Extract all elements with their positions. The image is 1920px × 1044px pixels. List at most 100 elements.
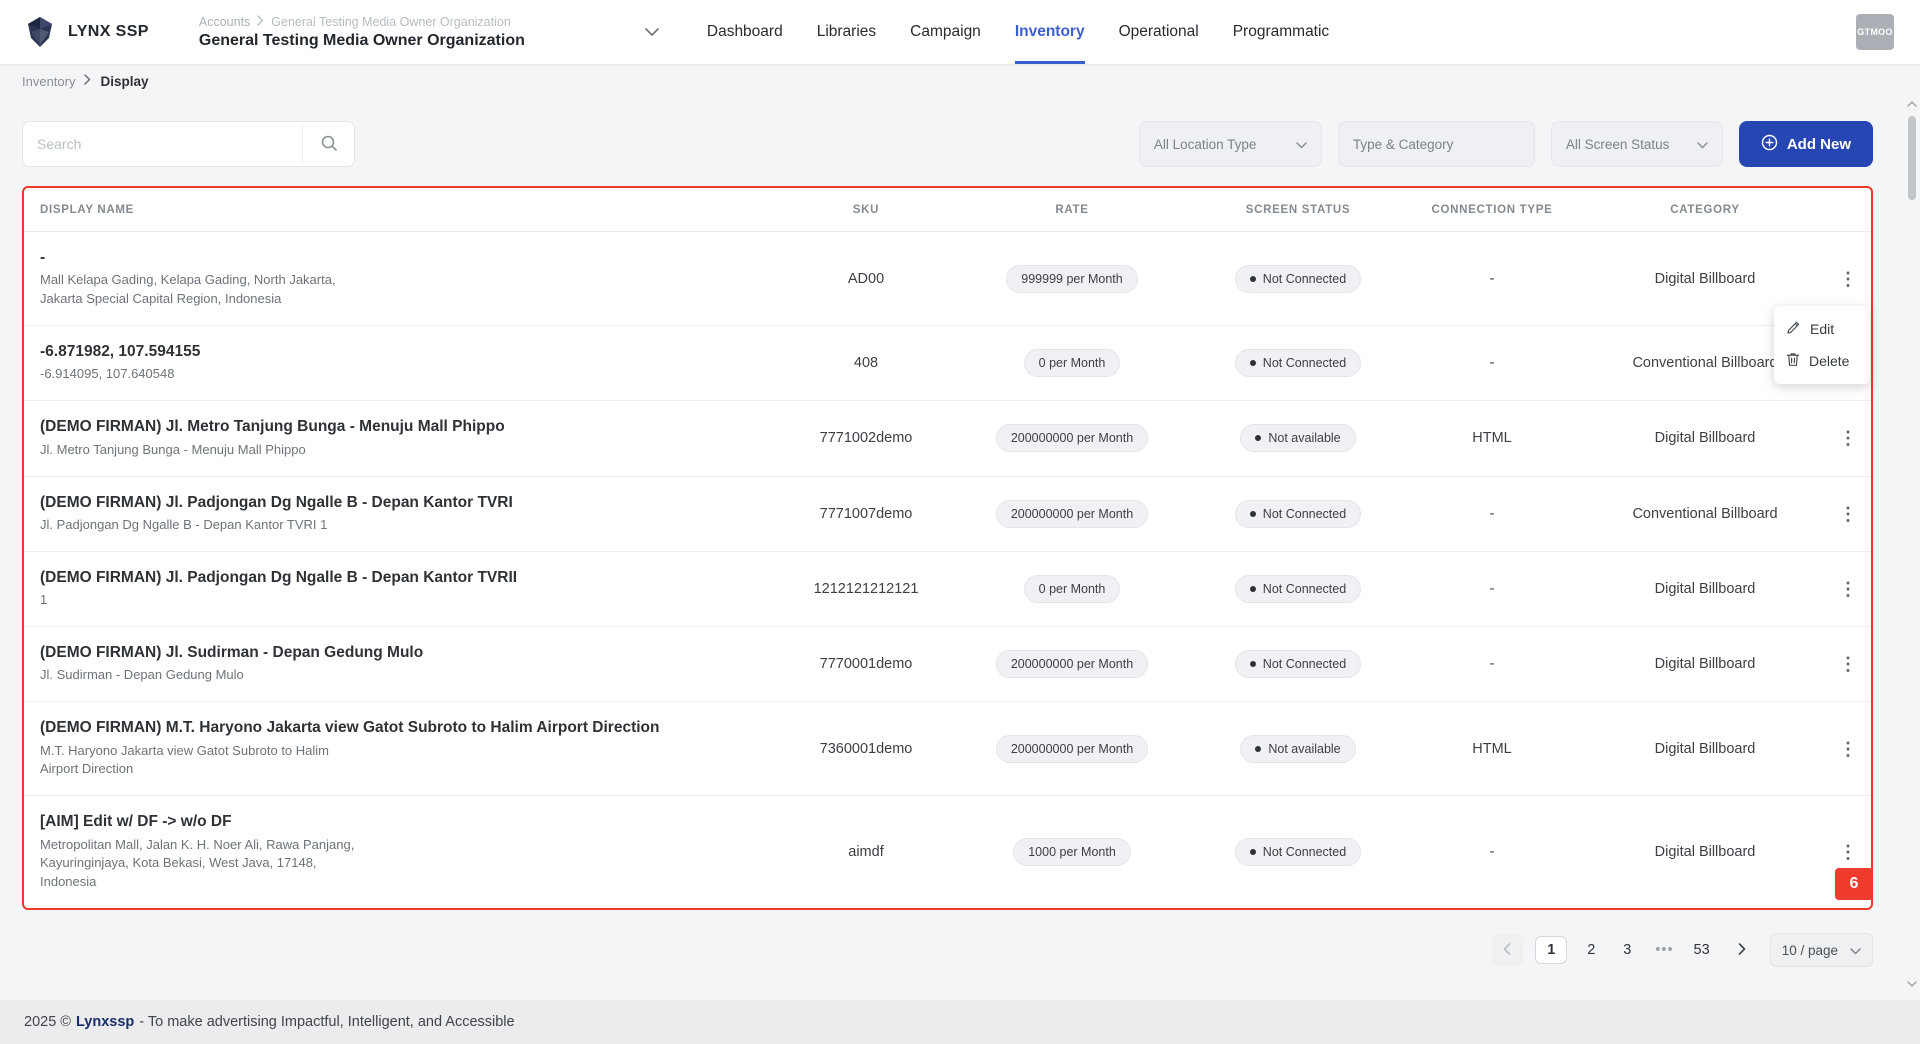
screen-status-cell: Not Connected (1197, 264, 1399, 293)
rate-cell: 200000000 per Month (947, 424, 1197, 453)
account-breadcrumb: Accounts General Testing Media Owner Org… (199, 15, 619, 29)
column-header-screen-status: SCREEN STATUS (1197, 204, 1399, 216)
page-button-2[interactable]: 2 (1579, 936, 1603, 964)
search-input[interactable] (23, 122, 302, 166)
column-header-rate: RATE (947, 204, 1197, 216)
table-row[interactable]: (DEMO FIRMAN) Jl. Padjongan Dg Ngalle B … (24, 477, 1871, 552)
table-row[interactable]: (DEMO FIRMAN) Jl. Padjongan Dg Ngalle B … (24, 552, 1871, 627)
nav-item-inventory[interactable]: Inventory (1014, 0, 1085, 64)
sku-cell: 7771007demo (819, 505, 913, 522)
chevron-down-icon (1697, 137, 1708, 152)
page-size-select[interactable]: 10 / page (1769, 933, 1873, 967)
page-button-53[interactable]: 53 (1690, 936, 1714, 964)
status-label: Not Connected (1262, 356, 1347, 371)
row-kebab-icon[interactable]: ⋮ (1829, 839, 1867, 865)
logo-text: LYNX SSP (68, 23, 149, 40)
connection-type-cell: - (1489, 844, 1495, 861)
prev-page-button[interactable] (1491, 934, 1524, 966)
filter-all-location-type[interactable]: All Location Type (1138, 121, 1322, 167)
page-ellipsis: ••• (1655, 942, 1674, 958)
display-subtitle: Jl. Metro Tanjung Bunga - Menuju Mall Ph… (40, 441, 306, 457)
account-root[interactable]: Accounts (199, 15, 250, 29)
nav-item-programmatic[interactable]: Programmatic (1233, 0, 1329, 64)
logo[interactable]: LYNX SSP (0, 14, 163, 50)
connection-type-cell: - (1489, 505, 1495, 522)
actions-cell: ⋮ (1825, 651, 1871, 677)
nav-item-dashboard[interactable]: Dashboard (707, 0, 783, 64)
add-new-button[interactable]: Add New (1738, 121, 1873, 167)
row-kebab-icon[interactable]: ⋮ (1829, 266, 1867, 292)
row-kebab-icon[interactable]: ⋮ (1829, 651, 1867, 677)
table-row[interactable]: (DEMO FIRMAN) Jl. Metro Tanjung Bunga - … (24, 401, 1871, 477)
scrollbar-thumb[interactable] (1908, 116, 1916, 200)
category-cell: Digital Billboard (1654, 844, 1756, 861)
account-chevron-down-icon[interactable] (645, 27, 659, 37)
status-dot-icon (1249, 510, 1256, 517)
row-kebab-icon[interactable]: ⋮ (1829, 501, 1867, 527)
status-dot-icon (1249, 360, 1256, 367)
status-label: Not Connected (1262, 657, 1347, 672)
display-subtitle: Metropolitan Mall, Jalan K. H. Noer Ali,… (40, 836, 355, 890)
chevron-right-icon (1738, 942, 1746, 958)
nav-item-campaign[interactable]: Campaign (910, 0, 981, 64)
search-button[interactable] (302, 122, 354, 166)
avatar[interactable]: GTMOO (1856, 14, 1894, 50)
status-dot-icon (1255, 435, 1262, 442)
actions-cell: ⋮ (1825, 266, 1871, 292)
sku-cell: AD00 (847, 270, 885, 287)
screen-status-badge: Not Connected (1234, 650, 1362, 679)
scroll-up-icon[interactable] (1905, 98, 1919, 110)
screen-status-badge: Not Connected (1234, 838, 1362, 867)
nav-item-operational[interactable]: Operational (1119, 0, 1199, 64)
rate-cell: 200000000 per Month (947, 650, 1197, 679)
filter-type-category[interactable]: Type & Category (1337, 121, 1535, 167)
page-size-value: 10 / page (1781, 942, 1838, 958)
status-label: Not Connected (1262, 506, 1347, 521)
status-dot-icon (1249, 585, 1256, 592)
display-subtitle: Jl. Padjongan Dg Ngalle B - Depan Kantor… (40, 516, 328, 532)
connection-type-cell: - (1489, 580, 1495, 597)
column-header-display-name: DISPLAY NAME (40, 203, 135, 216)
vertical-scrollbar (1905, 98, 1919, 990)
row-kebab-icon[interactable]: ⋮ (1829, 576, 1867, 602)
status-label: Not available (1268, 431, 1341, 446)
screen-status-cell: Not Connected (1197, 650, 1399, 679)
table-row[interactable]: (DEMO FIRMAN) Jl. Sudirman - Depan Gedun… (24, 627, 1871, 703)
account-org: General Testing Media Owner Organization (271, 14, 511, 29)
connection-type-cell: - (1489, 355, 1495, 372)
footer-year: 2025 © (24, 1014, 71, 1030)
table-row[interactable]: -6.871982, 107.594155 -6.914095, 107.640… (24, 326, 1871, 402)
page-button-1[interactable]: 1 (1535, 936, 1568, 964)
org-name: General Testing Media Owner Organization (198, 31, 525, 49)
context-menu-edit[interactable]: Edit (1774, 313, 1870, 345)
table-row[interactable]: (DEMO FIRMAN) M.T. Haryono Jakarta view … (24, 702, 1871, 797)
category-cell: Digital Billboard (1654, 740, 1756, 757)
actions-cell: ⋮ (1825, 501, 1871, 527)
context-menu-delete[interactable]: Delete (1774, 345, 1870, 377)
filter-all-screen-status[interactable]: All Screen Status (1550, 121, 1723, 167)
display-name-cell: (DEMO FIRMAN) Jl. Sudirman - Depan Gedun… (24, 627, 785, 701)
screen-status-badge: Not Connected (1234, 574, 1362, 603)
chevron-left-icon (1503, 942, 1511, 958)
display-subtitle: M.T. Haryono Jakarta view Gatot Subroto … (40, 742, 330, 777)
rate-cell: 1000 per Month (947, 838, 1197, 867)
nav-item-libraries[interactable]: Libraries (817, 0, 876, 64)
row-kebab-icon[interactable]: ⋮ (1829, 736, 1867, 762)
next-page-button[interactable] (1726, 934, 1758, 966)
scroll-down-icon[interactable] (1905, 978, 1919, 990)
table-row[interactable]: [AIM] Edit w/ DF -> w/o DF Metropolitan … (24, 796, 1871, 908)
breadcrumb-inventory[interactable]: Inventory (22, 74, 75, 89)
pagination: 1 2 3 ••• 53 10 / page (1491, 932, 1873, 968)
breadcrumb-display: Display (100, 73, 149, 89)
display-subtitle: 1 (40, 592, 48, 608)
display-name-cell: (DEMO FIRMAN) M.T. Haryono Jakarta view … (24, 702, 785, 795)
category-cell: Conventional Billboard (1632, 505, 1778, 522)
connection-type-cell: - (1489, 270, 1495, 287)
table-row[interactable]: - Mall Kelapa Gading, Kelapa Gading, Nor… (24, 232, 1871, 327)
row-kebab-icon[interactable]: ⋮ (1829, 425, 1867, 451)
page-button-3[interactable]: 3 (1615, 936, 1639, 964)
account-selector[interactable]: Accounts General Testing Media Owner Org… (199, 15, 619, 50)
rate-cell: 0 per Month (947, 349, 1197, 378)
rate-badge: 200000000 per Month (995, 499, 1149, 528)
status-dot-icon (1255, 745, 1262, 752)
